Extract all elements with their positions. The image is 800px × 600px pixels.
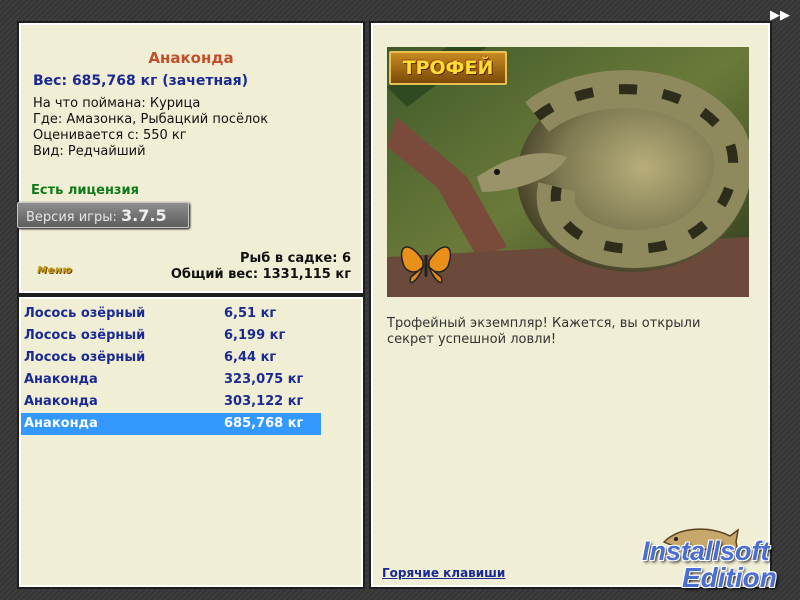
fish-name: Анаконда	[148, 49, 234, 67]
catch-name: Лосось озёрный	[24, 350, 146, 365]
catch-row[interactable]: Лосось озёрный 6,51 кг	[21, 303, 321, 325]
version-label: Версия игры:	[26, 210, 117, 225]
catch-weight: 303,122 кг	[224, 394, 304, 409]
watermark-line2: Edition	[682, 562, 777, 593]
catch-name: Анаконда	[24, 372, 98, 387]
catch-name: Анаконда	[24, 394, 98, 409]
total-weight: Общий вес: 1331,115 кг	[170, 267, 351, 282]
valued-from-info: Оценивается с: 550 кг	[33, 128, 187, 143]
rarity-info: Вид: Редчайший	[33, 144, 146, 159]
license-status: Есть лицензия	[31, 183, 139, 198]
catch-name: Анаконда	[24, 416, 98, 431]
catch-name: Лосось озёрный	[24, 306, 146, 321]
catch-row[interactable]: Лосось озёрный 6,44 кг	[21, 347, 321, 369]
version-number: 3.7.5	[121, 206, 167, 225]
fast-forward-icon[interactable]: ▶▶	[770, 8, 794, 24]
anaconda-photo: ТРОФЕЙ	[387, 47, 749, 297]
catch-row[interactable]: Анаконда 323,075 кг	[21, 369, 321, 391]
catch-weight: 323,075 кг	[224, 372, 304, 387]
fish-weight: Вес: 685,768 кг (зачетная)	[33, 73, 248, 89]
version-badge: Версия игры: 3.7.5	[17, 202, 189, 228]
fish-info-panel: Анаконда Вес: 685,768 кг (зачетная) На ч…	[17, 21, 365, 295]
catch-row[interactable]: Анаконда 685,768 кг	[21, 413, 321, 435]
catch-weight: 685,768 кг	[224, 416, 304, 431]
trophy-panel: ТРОФЕЙ Трофейный экземпляр! Кажется, вы …	[369, 21, 772, 589]
installsoft-watermark: Installsoft Edition	[640, 522, 800, 596]
catch-weight: 6,51 кг	[224, 306, 277, 321]
trophy-description: Трофейный экземпляр! Кажется, вы открыли…	[387, 316, 701, 347]
bait-info: На что поймана: Курица	[33, 96, 201, 111]
menu-button[interactable]: Меню	[37, 265, 72, 276]
catch-weight: 6,199 кг	[224, 328, 286, 343]
location-info: Где: Амазонка, Рыбацкий посёлок	[33, 112, 269, 127]
trophy-badge: ТРОФЕЙ	[389, 51, 507, 85]
catch-name: Лосось озёрный	[24, 328, 146, 343]
hotkeys-link[interactable]: Горячие клавиши	[382, 566, 505, 580]
catch-row[interactable]: Анаконда 303,122 кг	[21, 391, 321, 413]
catch-row[interactable]: Лосось озёрный 6,199 кг	[21, 325, 321, 347]
keepnet-count: Рыб в садке: 6	[239, 251, 351, 266]
catch-list-panel: Лосось озёрный 6,51 кг Лосось озёрный 6,199…	[17, 295, 365, 589]
catch-weight: 6,44 кг	[224, 350, 277, 365]
